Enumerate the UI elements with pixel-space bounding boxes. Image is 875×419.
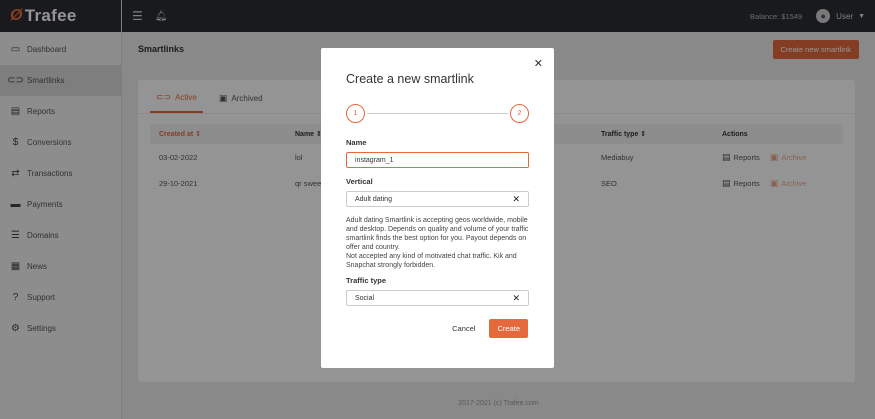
description-note: Not accepted any kind of motivated chat … [346,253,517,269]
modal-title: Create a new smartlink [346,72,474,86]
vertical-value: Adult dating [355,195,392,203]
cancel-button[interactable]: Cancel [452,324,475,333]
name-label: Name [346,138,367,147]
vertical-select[interactable]: Adult dating ✕ [346,191,529,207]
vertical-description: Adult dating Smartlink is accepting geos… [346,216,529,270]
description-text: Adult dating Smartlink is accepting geos… [346,217,529,251]
traffic-type-label: Traffic type [346,276,387,285]
stepper: 1 2 [346,104,529,124]
create-smartlink-modal: ✕ Create a new smartlink 1 2 Name instag… [321,48,554,368]
create-button[interactable]: Create [489,319,528,338]
stepper-line [367,113,508,114]
step-2: 2 [510,104,529,123]
traffic-type-select[interactable]: Social ✕ [346,290,529,306]
name-input[interactable]: instagram_1 [346,152,529,168]
close-icon[interactable]: ✕ [534,57,543,70]
vertical-label: Vertical [346,177,373,186]
clear-icon[interactable]: ✕ [512,194,520,205]
clear-icon[interactable]: ✕ [512,293,520,304]
traffic-type-value: Social [355,294,375,302]
modal-actions: Cancel Create [452,319,528,338]
step-1: 1 [346,104,365,123]
